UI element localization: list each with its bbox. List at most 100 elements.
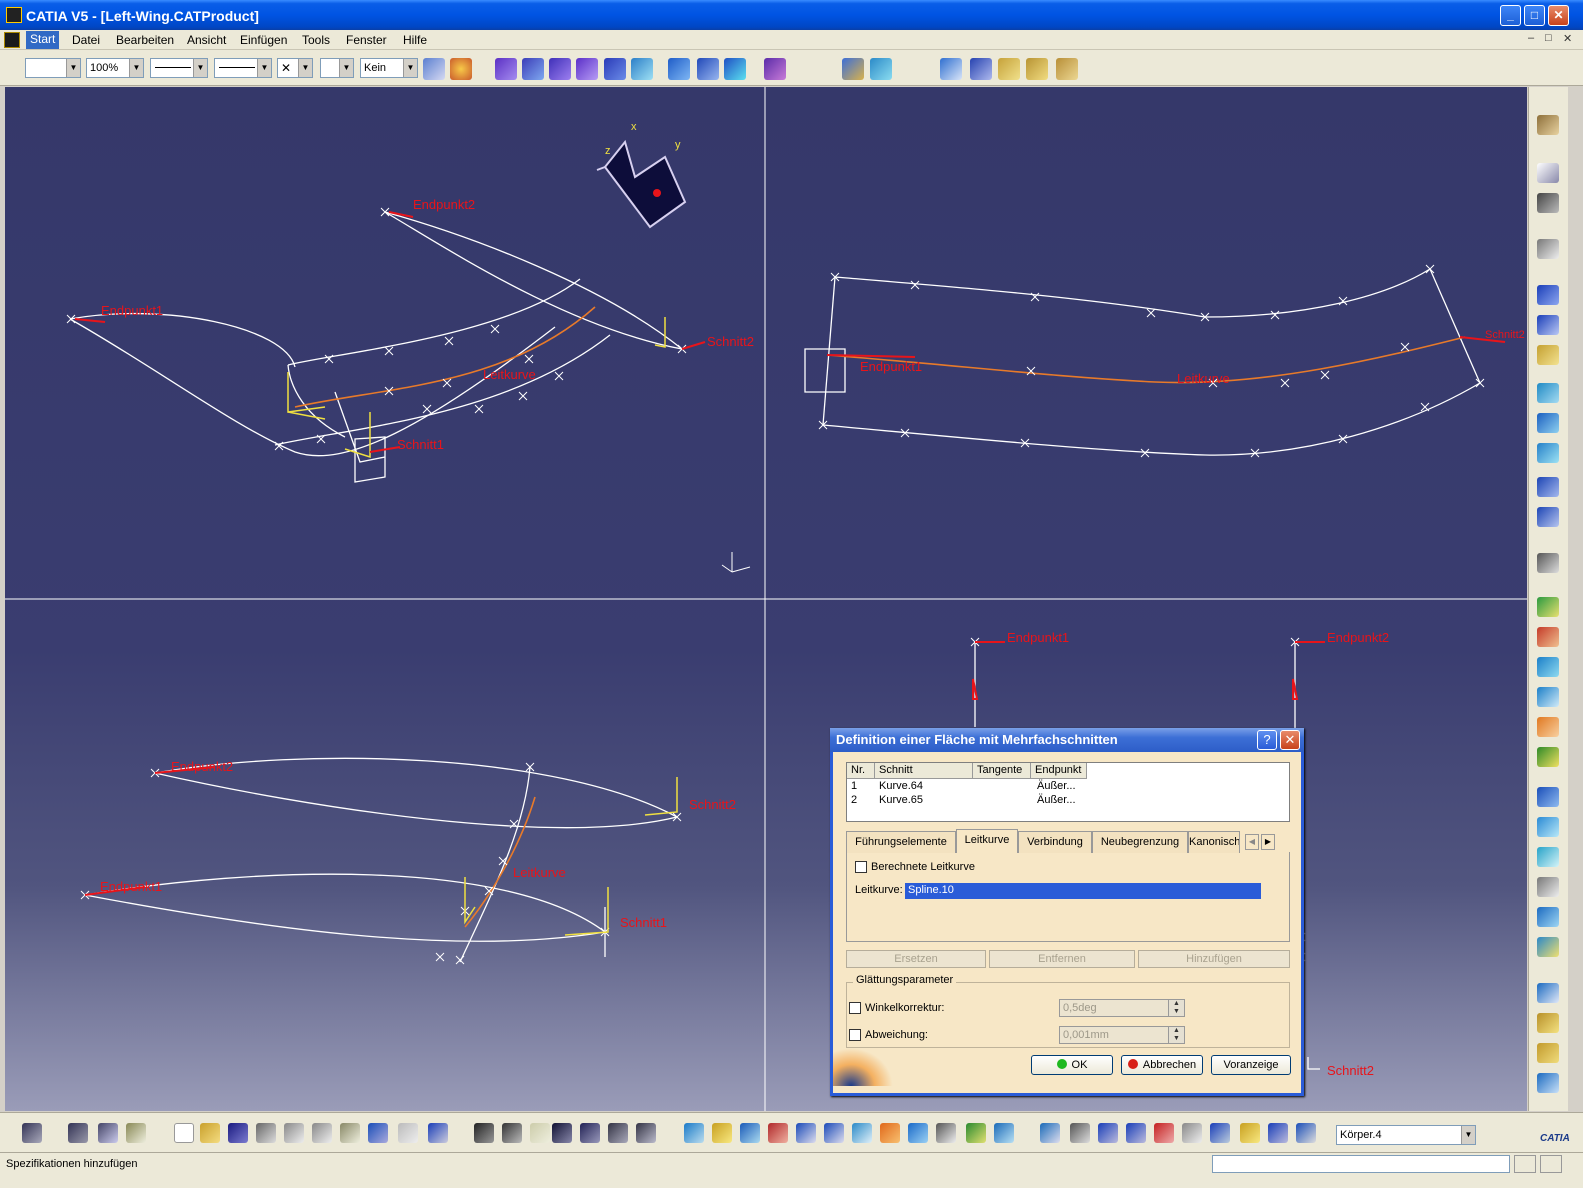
trim-right-icon[interactable] [1537, 1013, 1559, 1033]
preview-button[interactable]: Voranzeige [1211, 1055, 1291, 1075]
snap-bottom-icon[interactable] [1154, 1123, 1174, 1143]
new-file-icon[interactable] [174, 1123, 194, 1143]
line-type-combo[interactable]: ▼ [214, 58, 272, 78]
zoom-out-icon[interactable] [824, 1123, 844, 1143]
copy-icon[interactable] [312, 1123, 332, 1143]
3d-support-icon[interactable] [1056, 58, 1078, 80]
swap-space-icon[interactable] [994, 1123, 1014, 1143]
blend-icon[interactable] [1537, 847, 1559, 867]
blend-surface-icon[interactable] [631, 58, 653, 80]
mdi-minimize-button[interactable]: – [1528, 32, 1534, 44]
iso-view-icon[interactable] [908, 1123, 928, 1143]
split-icon[interactable] [697, 58, 719, 80]
axis-system-icon[interactable] [870, 58, 892, 80]
axis-icon[interactable] [1070, 1123, 1090, 1143]
law-icon[interactable] [580, 1123, 600, 1143]
grid-bottom-icon[interactable] [1126, 1123, 1146, 1143]
formula-icon[interactable] [474, 1123, 494, 1143]
datum-icon[interactable] [940, 58, 962, 80]
knowledge-icon[interactable] [502, 1123, 522, 1143]
translate-icon[interactable] [764, 58, 786, 80]
minimize-button[interactable]: _ [1500, 5, 1521, 26]
maximize-button[interactable]: □ [1524, 5, 1545, 26]
dialog-help-button[interactable]: ? [1257, 730, 1277, 750]
tab-fuehrungselemente[interactable]: Führungselemente [846, 831, 956, 853]
insert-body-icon[interactable] [1268, 1123, 1288, 1143]
menu-datei[interactable]: Datei [72, 33, 100, 47]
multi-view-icon[interactable] [880, 1123, 900, 1143]
spline-icon[interactable] [1537, 507, 1559, 527]
tab-scroll-left-icon[interactable]: ◀ [1245, 834, 1259, 850]
sphere-icon[interactable] [1537, 657, 1559, 677]
helix-icon[interactable] [1537, 553, 1559, 573]
whats-this-icon[interactable] [428, 1123, 448, 1143]
healing-icon[interactable] [1537, 907, 1559, 927]
sweep-surface-icon[interactable] [549, 58, 571, 80]
parallel-curve-icon[interactable] [1537, 443, 1559, 463]
fly-mode-icon[interactable] [684, 1123, 704, 1143]
geometrical-set-icon[interactable] [1296, 1123, 1316, 1143]
product-structure-icon[interactable] [22, 1123, 42, 1143]
leitkurve-field[interactable]: Spline.10 [905, 883, 1261, 899]
dialog-close-button[interactable]: ✕ [1280, 730, 1300, 750]
cylinder-icon[interactable] [1537, 687, 1559, 707]
fill-surface-icon[interactable] [576, 58, 598, 80]
ersetzen-button[interactable]: Ersetzen [846, 950, 986, 968]
multisection-icon[interactable] [1537, 817, 1559, 837]
sketch-icon[interactable] [1537, 239, 1559, 259]
catalog-icon[interactable] [126, 1123, 146, 1143]
spinner-icon[interactable]: ▲ ▼ [1168, 1027, 1184, 1043]
grid-icon[interactable] [970, 58, 992, 80]
document-icon[interactable] [4, 32, 20, 48]
extrude-surface-icon[interactable] [495, 58, 517, 80]
dialog-title[interactable]: Definition einer Fläche mit Mehrfachschn… [830, 728, 1304, 752]
winkelkorrektur-input[interactable]: 0,5deg ▲ ▼ [1059, 999, 1185, 1017]
reorder-icon[interactable] [1210, 1123, 1230, 1143]
sketch-analysis-icon[interactable] [842, 58, 864, 80]
sections-table[interactable]: Nr. Schnitt Tangente Endpunkt 1 Kurve.64… [846, 762, 1290, 822]
save-icon[interactable] [228, 1123, 248, 1143]
rotate-icon[interactable] [768, 1123, 788, 1143]
tab-kanonisch[interactable]: Kanonisch [1188, 831, 1240, 853]
extrude-icon[interactable] [1537, 597, 1559, 617]
sweep-icon[interactable] [1537, 747, 1559, 767]
menu-hilfe[interactable]: Hilfe [403, 33, 427, 47]
fill-icon[interactable] [1537, 787, 1559, 807]
circle-icon[interactable] [1537, 477, 1559, 497]
berechnete-leitkurve-checkbox[interactable] [855, 861, 867, 873]
column-header-nr[interactable]: Nr. [847, 763, 875, 779]
multi-section-surface-icon[interactable] [604, 58, 626, 80]
tree-icon[interactable] [1098, 1123, 1118, 1143]
column-header-tangente[interactable]: Tangente [973, 763, 1031, 779]
abweichung-checkbox[interactable] [849, 1029, 861, 1041]
update-icon[interactable] [1040, 1123, 1060, 1143]
point-type-combo[interactable]: ✕ ▼ [277, 58, 313, 78]
fit-all-icon[interactable] [712, 1123, 732, 1143]
hybrid-icon[interactable] [1182, 1123, 1202, 1143]
projection-icon[interactable] [1537, 383, 1559, 403]
join-icon[interactable] [668, 58, 690, 80]
tab-verbindung[interactable]: Verbindung [1018, 831, 1092, 853]
extract-icon[interactable] [1537, 1073, 1559, 1093]
ok-button[interactable]: OK [1031, 1055, 1113, 1075]
snap-icon[interactable] [1026, 58, 1048, 80]
rendering-style-combo[interactable]: ▼ [320, 58, 354, 78]
table-row-1-nr[interactable]: 1 [851, 780, 857, 792]
part-body-icon[interactable] [1240, 1123, 1260, 1143]
menu-bearbeiten[interactable]: Bearbeiten [116, 33, 174, 47]
intersection-icon[interactable] [1537, 413, 1559, 433]
command-input[interactable] [1212, 1155, 1510, 1173]
split-right-icon[interactable] [1537, 983, 1559, 1003]
untrim-icon[interactable] [1537, 937, 1559, 957]
multisection-surface-dialog[interactable]: Definition einer Fläche mit Mehrfachschn… [830, 728, 1304, 1096]
hinzufuegen-button[interactable]: Hinzufügen [1138, 950, 1290, 968]
current-body-combo[interactable]: Körper.4 ▼ [1336, 1125, 1476, 1145]
menu-einfuegen[interactable]: Einfügen [240, 33, 287, 47]
tab-leitkurve[interactable]: Leitkurve [956, 829, 1018, 853]
offset-icon[interactable] [1537, 717, 1559, 737]
plane-icon[interactable] [1537, 345, 1559, 365]
menu-tools[interactable]: Tools [302, 33, 330, 47]
mdi-close-button[interactable]: ✕ [1563, 32, 1572, 45]
boundary-icon[interactable] [1537, 1043, 1559, 1063]
work-on-support-icon[interactable] [998, 58, 1020, 80]
